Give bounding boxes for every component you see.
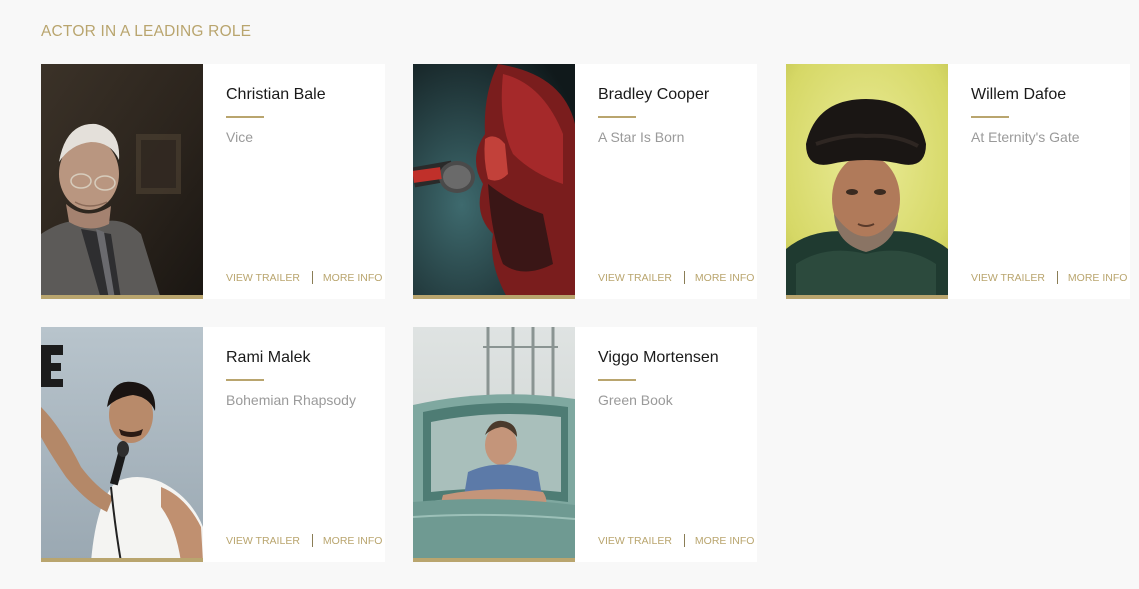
divider bbox=[971, 116, 1009, 118]
more-info-link[interactable]: MORE INFO bbox=[695, 272, 755, 284]
nominee-card-rami-malek[interactable]: Rami Malek Bohemian Rhapsody VIEW TRAILE… bbox=[41, 327, 385, 562]
nominee-photo[interactable] bbox=[41, 64, 203, 299]
nominee-photo[interactable] bbox=[41, 327, 203, 562]
nominee-name[interactable]: Willem Dafoe bbox=[971, 86, 1066, 104]
nominee-film: A Star Is Born bbox=[598, 129, 685, 145]
more-info-link[interactable]: MORE INFO bbox=[323, 272, 383, 284]
nominee-film: Green Book bbox=[598, 392, 673, 408]
nominee-card-christian-bale[interactable]: Christian Bale Vice VIEW TRAILER MORE IN… bbox=[41, 64, 385, 299]
separator bbox=[683, 271, 685, 284]
more-info-link[interactable]: MORE INFO bbox=[695, 535, 755, 547]
nominee-info: Viggo Mortensen Green Book VIEW TRAILER … bbox=[598, 327, 757, 562]
separator bbox=[311, 534, 313, 547]
gold-accent-bar bbox=[41, 295, 203, 299]
view-trailer-link[interactable]: VIEW TRAILER bbox=[598, 535, 672, 547]
nominee-photo[interactable] bbox=[413, 64, 575, 299]
nominee-film: Vice bbox=[226, 129, 253, 145]
card-actions: VIEW TRAILER MORE INFO bbox=[226, 534, 382, 547]
section-title: ACTOR IN A LEADING ROLE bbox=[41, 23, 252, 40]
portrait-willem-dafoe-image bbox=[786, 64, 948, 299]
view-trailer-link[interactable]: VIEW TRAILER bbox=[226, 535, 300, 547]
view-trailer-link[interactable]: VIEW TRAILER bbox=[971, 272, 1045, 284]
nominee-card-viggo-mortensen[interactable]: Viggo Mortensen Green Book VIEW TRAILER … bbox=[413, 327, 757, 562]
gold-accent-bar bbox=[413, 558, 575, 562]
more-info-link[interactable]: MORE INFO bbox=[323, 535, 383, 547]
portrait-viggo-mortensen-image bbox=[413, 327, 575, 562]
nominee-name[interactable]: Viggo Mortensen bbox=[598, 349, 719, 367]
separator bbox=[683, 534, 685, 547]
separator bbox=[311, 271, 313, 284]
card-actions: VIEW TRAILER MORE INFO bbox=[226, 271, 382, 284]
gold-accent-bar bbox=[413, 295, 575, 299]
portrait-bradley-cooper-image bbox=[413, 64, 575, 299]
nominee-film: Bohemian Rhapsody bbox=[226, 392, 356, 408]
nominee-name[interactable]: Bradley Cooper bbox=[598, 86, 709, 104]
nominee-name[interactable]: Christian Bale bbox=[226, 86, 326, 104]
divider bbox=[598, 379, 636, 381]
nominee-card-bradley-cooper[interactable]: Bradley Cooper A Star Is Born VIEW TRAIL… bbox=[413, 64, 757, 299]
gold-accent-bar bbox=[41, 558, 203, 562]
divider bbox=[226, 116, 264, 118]
separator bbox=[1056, 271, 1058, 284]
nominee-info: Christian Bale Vice VIEW TRAILER MORE IN… bbox=[226, 64, 385, 299]
nominee-name[interactable]: Rami Malek bbox=[226, 349, 310, 367]
nominee-film: At Eternity's Gate bbox=[971, 129, 1080, 145]
portrait-christian-bale-image bbox=[41, 64, 203, 299]
nominee-card-willem-dafoe[interactable]: Willem Dafoe At Eternity's Gate VIEW TRA… bbox=[786, 64, 1130, 299]
card-actions: VIEW TRAILER MORE INFO bbox=[598, 534, 754, 547]
divider bbox=[598, 116, 636, 118]
more-info-link[interactable]: MORE INFO bbox=[1068, 272, 1128, 284]
nominee-photo[interactable] bbox=[786, 64, 948, 299]
portrait-rami-malek-image bbox=[41, 327, 203, 562]
card-actions: VIEW TRAILER MORE INFO bbox=[598, 271, 754, 284]
nominee-info: Bradley Cooper A Star Is Born VIEW TRAIL… bbox=[598, 64, 757, 299]
view-trailer-link[interactable]: VIEW TRAILER bbox=[598, 272, 672, 284]
gold-accent-bar bbox=[786, 295, 948, 299]
nominee-info: Rami Malek Bohemian Rhapsody VIEW TRAILE… bbox=[226, 327, 385, 562]
nominee-info: Willem Dafoe At Eternity's Gate VIEW TRA… bbox=[971, 64, 1130, 299]
card-actions: VIEW TRAILER MORE INFO bbox=[971, 271, 1127, 284]
view-trailer-link[interactable]: VIEW TRAILER bbox=[226, 272, 300, 284]
nominee-photo[interactable] bbox=[413, 327, 575, 562]
divider bbox=[226, 379, 264, 381]
